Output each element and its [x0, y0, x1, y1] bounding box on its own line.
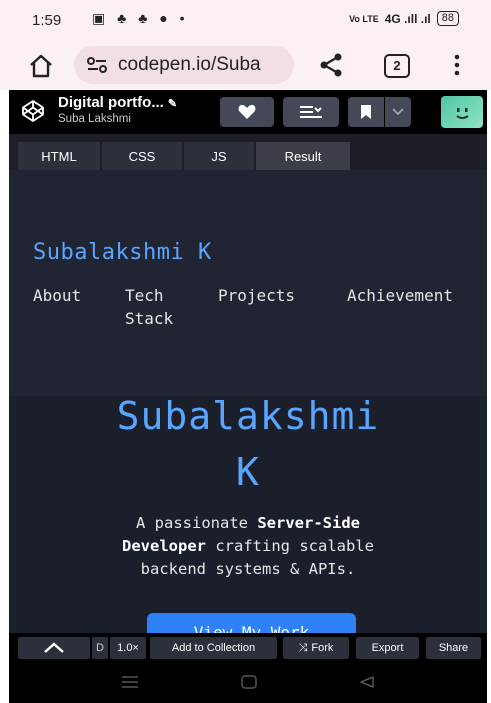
codepen-footer: D 1.0× Add to Collection ⤨ Fork Export Sh…: [9, 633, 487, 663]
site-logo[interactable]: Subalakshmi K: [33, 240, 212, 265]
layout-icon: [300, 106, 322, 118]
view-my-work-button[interactable]: View My Work: [147, 613, 356, 633]
system-indicators: Vo LTE 4G .ıll .ıl 88: [349, 11, 459, 26]
add-to-collection-button[interactable]: Add to Collection: [150, 637, 277, 659]
hero-title-line2: K: [236, 450, 260, 494]
volte-indicator: Vo LTE: [349, 13, 379, 24]
codepen-logo-icon[interactable]: [21, 99, 45, 123]
like-button[interactable]: [220, 97, 274, 127]
system-navigation-bar: [9, 663, 487, 703]
home-icon[interactable]: [28, 53, 54, 79]
hero-subtitle: A passionate Server-Side Developer craft…: [39, 512, 457, 581]
chevron-down-icon: [392, 108, 404, 116]
nav-link-tech-stack[interactable]: Tech Stack: [125, 284, 173, 330]
hero-title-line1: Subalakshmi: [116, 394, 380, 438]
change-view-button[interactable]: [283, 97, 339, 127]
subtitle-highlight: Server-Side: [257, 514, 360, 532]
tab-html[interactable]: HTML: [18, 142, 100, 170]
user-avatar[interactable]: [441, 96, 483, 128]
nav-link-label: Achievement: [347, 286, 453, 305]
nav-link-label: Tech: [125, 286, 164, 305]
nav-link-label-line2: Stack: [125, 309, 174, 328]
tab-js[interactable]: JS: [184, 142, 254, 170]
clock: 1:59: [32, 12, 62, 29]
pen-title[interactable]: Digital portfo... ✎: [58, 94, 177, 111]
bookmark-dropdown-button[interactable]: [385, 97, 411, 127]
tab-switcher-button[interactable]: 2: [384, 54, 410, 78]
heart-icon: [238, 104, 256, 119]
pen-author[interactable]: Suba Lakshmi: [58, 113, 131, 125]
share-button[interactable]: Share: [426, 637, 481, 659]
subtitle-text: crafting scalable: [206, 537, 374, 555]
notification-icons: ▣ ♣ ♣ ● •: [92, 10, 189, 26]
result-preview: Subalakshmi K About Tech Stack Projects …: [9, 170, 487, 633]
nav-link-label: Projects: [218, 286, 296, 305]
hero-title: Subalakshmi K: [9, 388, 487, 500]
fork-label: Fork: [311, 642, 334, 654]
edit-pencil-icon[interactable]: ✎: [168, 98, 177, 110]
export-button[interactable]: Export: [356, 637, 419, 659]
fork-button[interactable]: ⤨ Fork: [283, 637, 349, 659]
nav-link-about[interactable]: About: [33, 284, 81, 307]
back-icon[interactable]: [359, 675, 375, 689]
nav-link-achievement[interactable]: Achievement: [347, 284, 453, 307]
home-button-icon[interactable]: [241, 675, 257, 689]
subtitle-text: backend systems & APIs.: [140, 560, 356, 578]
nav-link-label: About: [33, 286, 82, 305]
signal-indicator: 4G .ıll .ıl: [384, 11, 431, 26]
overflow-menu-icon[interactable]: [452, 53, 462, 77]
url-text: codepen.io/Suba: [118, 54, 261, 75]
subtitle-text: A passionate: [136, 514, 258, 532]
browser-toolbar: codepen.io/Suba 2: [0, 40, 491, 90]
chevron-up-icon: [44, 642, 64, 653]
pen-title-text: Digital portfo...: [58, 94, 164, 111]
tab-css[interactable]: CSS: [102, 142, 182, 170]
codepen-header: Digital portfo... ✎ Suba Lakshmi: [9, 90, 487, 134]
recent-apps-icon[interactable]: [121, 675, 139, 689]
avatar-face-icon: [456, 108, 469, 119]
console-button[interactable]: D: [92, 637, 108, 659]
tab-result[interactable]: Result: [256, 142, 350, 170]
nav-link-projects[interactable]: Projects: [218, 284, 295, 307]
address-bar[interactable]: codepen.io/Suba: [74, 46, 294, 84]
fork-icon: ⤨: [298, 641, 308, 654]
status-bar: 1:59 ▣ ♣ ♣ ● • Vo LTE 4G .ıll .ıl 88: [0, 0, 491, 40]
share-icon[interactable]: [318, 52, 344, 78]
bookmark-icon: [361, 105, 371, 119]
collapse-button[interactable]: [18, 637, 90, 659]
bookmark-button[interactable]: [348, 97, 384, 127]
site-settings-icon[interactable]: [86, 56, 108, 74]
subtitle-highlight: Developer: [122, 537, 206, 555]
site-navbar: Subalakshmi K About Tech Stack Projects …: [9, 170, 487, 396]
battery-icon: 88: [436, 11, 459, 26]
zoom-button[interactable]: 1.0×: [110, 637, 146, 659]
editor-tabs: HTML CSS JS Result: [9, 134, 487, 170]
